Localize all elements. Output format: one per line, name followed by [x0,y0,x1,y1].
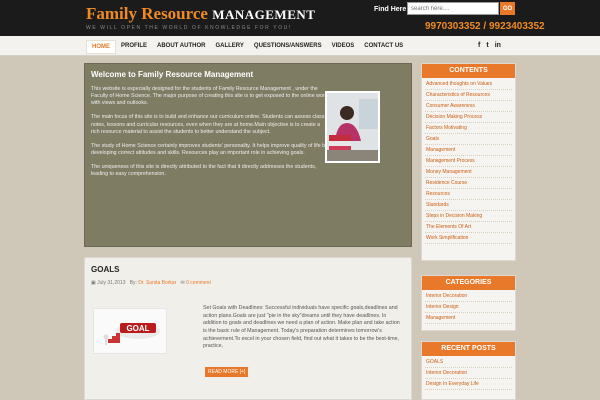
contents-link[interactable]: Steps in Decision Making [425,211,512,222]
contents-link[interactable]: Standards [425,200,512,211]
post-comments-link[interactable]: 0 comment [186,280,211,286]
site-logo[interactable]: Family Resource MANAGEMENT WE WILL OPEN … [86,4,315,31]
contents-link[interactable]: Advanced thoughts on Values [425,79,512,90]
author-photo [325,91,380,163]
main-nav: HOME PROFILE ABOUT AUTHOR GALLERY QUESTI… [0,36,600,56]
post-excerpt: Set Goals with Deadlines: Successful ind… [203,305,400,350]
recent-posts-widget: RECENT POSTS GOALS Interior Decoration D… [421,341,516,400]
contents-link[interactable]: Work Simplification [425,233,512,244]
site-title: Family Resource MANAGEMENT [86,4,315,24]
post-goals: GOALS ▣ July 31,2013 By: Dr. Sunita Bork… [84,257,412,400]
contents-link[interactable]: Management [425,145,512,156]
contents-link[interactable]: Goals [425,134,512,145]
post-date: July 31,2013 [97,280,126,286]
contents-link[interactable]: The Elements Of Art [425,222,512,233]
goal-illustration: GOAL [103,323,160,345]
find-label: Find Here [374,6,407,13]
post-title[interactable]: GOALS [91,265,119,274]
nav-videos[interactable]: VIDEOS [327,40,360,54]
welcome-paragraph: This website is especially designed for … [91,86,329,107]
contents-link[interactable]: Factors Motivating [425,123,512,134]
category-link[interactable]: Management [425,313,512,324]
welcome-body: This website is especially designed for … [91,86,329,185]
category-link[interactable]: Interior Design [425,302,512,313]
category-link[interactable]: Interior Decoration [425,291,512,302]
twitter-icon[interactable]: t [486,42,488,49]
categories-widget: CATEGORIES Interior Decoration Interior … [421,275,516,331]
post-thumbnail[interactable]: GOAL [93,308,167,354]
nav-about-author[interactable]: ABOUT AUTHOR [152,40,210,54]
read-more-button[interactable]: READ MORE [+] [205,367,249,377]
search-go-button[interactable]: GO [500,2,515,15]
contents-link[interactable]: Resources [425,189,512,200]
post-by-label: By: [129,280,137,286]
social-links: f t in [478,42,501,49]
search-input[interactable] [407,2,499,15]
contents-link[interactable]: Characteristics of Resources [425,90,512,101]
contents-link[interactable]: Management Process [425,156,512,167]
nav-questions-answers[interactable]: QUESTIONS/ANSWERS [249,40,327,54]
recent-post-link[interactable]: GOALS [425,357,512,368]
site-tagline: WE WILL OPEN THE WORLD OF KNOWLEDGE FOR … [86,25,292,31]
contents-link[interactable]: Decision Making Process [425,112,512,123]
welcome-paragraph: The main focus of this site is to build … [91,114,325,135]
phone-number: 9970303352 / 9923403352 [425,21,545,32]
nav-home[interactable]: HOME [86,40,116,54]
recent-post-link[interactable]: Interior Decoration [425,368,512,379]
linkedin-icon[interactable]: in [495,42,501,49]
goal-image-text: GOAL [126,324,149,333]
contents-link[interactable]: Residence Course [425,178,512,189]
recent-post-link[interactable]: Design In Everyday Life [425,379,512,390]
comment-icon: ✉ [180,280,185,286]
author-photo-image [327,93,378,161]
site-title-accent: MANAGEMENT [212,7,316,22]
categories-title: CATEGORIES [422,276,515,290]
welcome-paragraph: The study of Home Science certainly impr… [91,142,328,156]
contents-title: CONTENTS [422,64,515,78]
calendar-icon: ▣ [91,280,96,286]
contents-link[interactable]: Consumer Awareness [425,101,512,112]
nav-contact-us[interactable]: CONTACT US [359,40,408,54]
nav-gallery[interactable]: GALLERY [210,40,248,54]
post-meta: ▣ July 31,2013 By: Dr. Sunita Borkar ✉ 0… [91,280,211,286]
post-author-link[interactable]: Dr. Sunita Borkar [138,280,176,286]
nav-profile[interactable]: PROFILE [116,40,152,54]
welcome-paragraph: The uniqueness of this site is directly … [91,164,317,178]
contents-link[interactable]: Money Management [425,167,512,178]
site-title-main: Family Resource [86,4,208,23]
contents-widget: CONTENTS Advanced thoughts on Values Cha… [421,63,516,261]
site-header: Family Resource MANAGEMENT WE WILL OPEN … [0,0,600,36]
facebook-icon[interactable]: f [478,42,480,49]
welcome-title: Welcome to Family Resource Management [91,70,254,79]
recent-posts-title: RECENT POSTS [422,342,515,356]
